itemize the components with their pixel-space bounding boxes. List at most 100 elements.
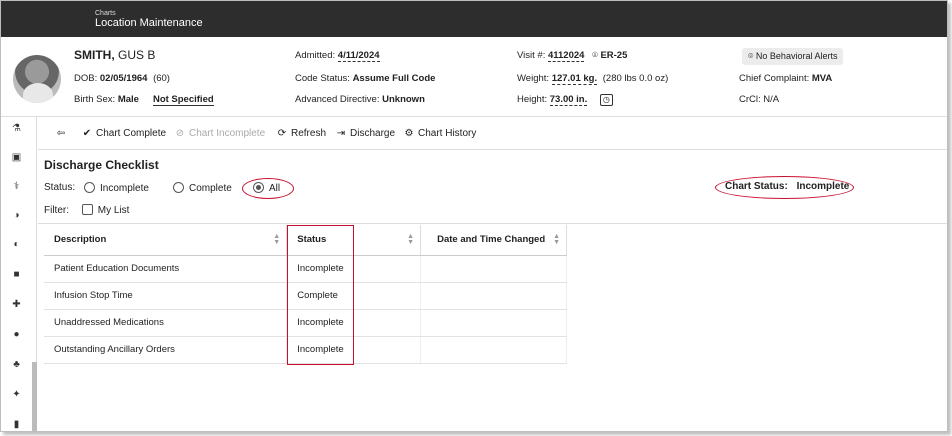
birth-sex-field: Birth Sex: Male Not Specified bbox=[74, 94, 214, 106]
visit-label: Visit #: bbox=[517, 50, 546, 61]
crcl-value: N/A bbox=[763, 94, 780, 105]
height-field: Height: 73.00 in. ◷ bbox=[517, 94, 613, 106]
sidebar-plus-icon[interactable]: ✚ bbox=[11, 299, 22, 310]
gender-value[interactable]: Not Specified bbox=[152, 94, 214, 106]
cell-date-changed bbox=[420, 309, 567, 337]
code-status-label: Code Status: bbox=[295, 73, 350, 84]
patient-first-name: GUS B bbox=[114, 48, 156, 62]
divider bbox=[38, 223, 947, 224]
cell-date-changed bbox=[420, 282, 567, 310]
code-status-value: Assume Full Code bbox=[352, 73, 436, 84]
cell-description: Outstanding Ancillary Orders bbox=[44, 336, 288, 364]
patient-avatar bbox=[13, 55, 61, 103]
chart-history-button[interactable]: ⚙ Chart History bbox=[403, 128, 477, 139]
status-incomplete-radio[interactable]: Incomplete bbox=[84, 182, 149, 194]
column-header-date-changed[interactable]: Date and Time Changed ▲ ▼ bbox=[420, 225, 567, 256]
refresh-icon: ⟳ bbox=[277, 128, 287, 139]
directive-value: Unknown bbox=[382, 94, 425, 105]
sidebar-globe-icon[interactable]: ● bbox=[11, 329, 22, 340]
behavioral-alert-badge[interactable]: ⌾ No Behavioral Alerts bbox=[742, 48, 844, 65]
sidebar-ear2-icon[interactable]: ◐ bbox=[11, 239, 22, 250]
visit-value[interactable]: 4112024 bbox=[547, 50, 585, 62]
discharge-button[interactable]: ⇥ Discharge bbox=[335, 128, 395, 139]
cancel-circle-icon: ⊘ bbox=[175, 128, 185, 139]
annotation-ellipse-all bbox=[242, 178, 294, 199]
complaint-field: Chief Complaint: MVA bbox=[739, 73, 832, 84]
alert-icon: ⌾ bbox=[748, 51, 754, 61]
check-circle-icon: ✔ bbox=[82, 128, 92, 139]
sidebar-box-icon[interactable]: ■ bbox=[11, 269, 22, 280]
sidebar-stethoscope-icon[interactable]: ⚕ bbox=[11, 181, 22, 192]
location-pin-icon: ⌾ bbox=[592, 50, 598, 61]
top-bar: Charts Location Maintenance bbox=[1, 1, 947, 37]
filter-row: Filter: My List bbox=[44, 204, 129, 216]
sidebar-scrollbar[interactable] bbox=[32, 362, 37, 431]
weight-value[interactable]: 127.01 kg. bbox=[551, 73, 598, 85]
sidebar-people-icon[interactable]: ♣ bbox=[11, 359, 22, 370]
radio-circle-icon bbox=[173, 182, 184, 193]
cell-date-changed bbox=[420, 336, 567, 364]
page-title: Location Maintenance bbox=[95, 17, 203, 29]
discharge-label: Discharge bbox=[350, 128, 396, 139]
scale-icon[interactable]: ◷ bbox=[599, 94, 613, 106]
left-sidebar: ⚗ ▣ ⚕ ◑ ◐ ■ ✚ ● ♣ ✦ ▮ bbox=[1, 117, 37, 431]
height-label: Height: bbox=[517, 94, 548, 105]
sidebar-question-icon[interactable]: ▣ bbox=[11, 152, 22, 163]
sort-icon: ▲ ▼ bbox=[407, 233, 415, 246]
admitted-label: Admitted: bbox=[295, 50, 336, 61]
cell-date-changed bbox=[420, 255, 567, 283]
radio-circle-icon bbox=[84, 182, 95, 193]
sort-icon: ▲ ▼ bbox=[273, 233, 281, 246]
refresh-label: Refresh bbox=[291, 128, 327, 139]
weight-label: Weight: bbox=[517, 73, 550, 84]
discharge-icon: ⇥ bbox=[336, 128, 346, 139]
chart-history-label: Chart History bbox=[418, 128, 477, 139]
height-value[interactable]: 73.00 in. bbox=[549, 94, 588, 106]
sidebar-doc-icon[interactable]: ▮ bbox=[11, 419, 22, 430]
weight-lbs-value: (280 lbs 0.0 oz) bbox=[602, 73, 669, 84]
age-value: (60) bbox=[153, 73, 170, 84]
back-arrow-icon: ⇦ bbox=[56, 128, 66, 139]
visit-field: Visit #: 4112024 ⌾ ER-25 bbox=[517, 50, 627, 62]
checklist-title: Discharge Checklist bbox=[44, 158, 159, 172]
sidebar-puzzle-icon[interactable]: ✦ bbox=[11, 389, 22, 400]
complaint-label: Chief Complaint: bbox=[739, 73, 810, 84]
column-header-label: Date and Time Changed bbox=[437, 234, 546, 246]
chart-complete-button[interactable]: ✔ Chart Complete bbox=[81, 128, 166, 139]
my-list-label: My List bbox=[97, 205, 130, 216]
status-incomplete-label: Incomplete bbox=[100, 183, 149, 194]
sort-icon: ▲ ▼ bbox=[553, 233, 560, 246]
behavioral-alert-text: No Behavioral Alerts bbox=[755, 51, 838, 61]
dob-label: DOB: bbox=[74, 73, 98, 84]
crcl-label: CrCl: bbox=[739, 94, 761, 105]
column-header-description[interactable]: Description ▲ ▼ bbox=[44, 225, 288, 256]
patient-name: SMITH, GUS B bbox=[74, 48, 155, 62]
chart-incomplete-label: Chart Incomplete bbox=[189, 128, 266, 139]
dob-value: 02/05/1964 bbox=[99, 73, 148, 84]
directive-field: Advanced Directive: Unknown bbox=[295, 94, 425, 105]
toolbar: ⇦ ✔ Chart Complete ⊘ Chart Incomplete ⟳ Ref… bbox=[38, 117, 947, 150]
birth-sex-label: Birth Sex: bbox=[74, 94, 116, 105]
annotation-box-status-column bbox=[287, 225, 354, 365]
sidebar-pill-icon[interactable]: ⚗ bbox=[11, 123, 22, 134]
annotation-ellipse-chart-status bbox=[715, 176, 854, 199]
code-status-field: Code Status: Assume Full Code bbox=[295, 73, 435, 84]
dob-field: DOB: 02/05/1964 (60) bbox=[74, 73, 170, 84]
patient-last-name: SMITH, bbox=[74, 48, 115, 62]
breadcrumb[interactable]: Charts bbox=[95, 10, 116, 17]
admitted-field: Admitted: 4/11/2024 bbox=[295, 50, 380, 62]
birth-sex-value: Male bbox=[117, 94, 139, 105]
checkbox-icon bbox=[81, 204, 93, 215]
status-complete-radio[interactable]: Complete bbox=[173, 182, 232, 194]
admitted-value[interactable]: 4/11/2024 bbox=[337, 50, 380, 62]
patient-banner: SMITH, GUS B DOB: 02/05/1964 (60) Birth … bbox=[1, 37, 947, 117]
sidebar-ear-icon[interactable]: ◑ bbox=[11, 210, 22, 221]
chart-incomplete-button[interactable]: ⊘ Chart Incomplete bbox=[174, 128, 265, 139]
filter-label: Filter: bbox=[44, 205, 69, 216]
my-list-checkbox[interactable]: My List bbox=[81, 204, 130, 216]
back-button[interactable]: ⇦ bbox=[55, 128, 70, 139]
refresh-button[interactable]: ⟳ Refresh bbox=[276, 128, 326, 139]
cell-description: Patient Education Documents bbox=[44, 255, 288, 283]
status-label: Status: bbox=[44, 182, 76, 193]
crcl-field: CrCl: N/A bbox=[739, 94, 779, 105]
